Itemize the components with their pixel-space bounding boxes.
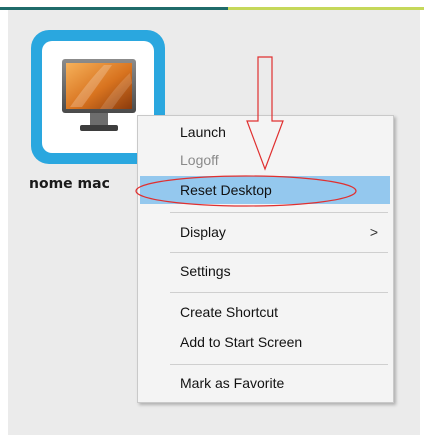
context-menu: Launch Logoff Reset Desktop Display > Se… — [137, 115, 394, 403]
menu-item-label: Create Shortcut — [180, 304, 279, 320]
chevron-right-icon: > — [369, 224, 378, 240]
menu-item-label: Mark as Favorite — [180, 375, 285, 391]
menu-item-settings[interactable]: Settings — [140, 257, 390, 285]
menu-item-create-shortcut[interactable]: Create Shortcut — [140, 298, 390, 326]
menu-item-label: Logoff — [180, 152, 219, 168]
menu-item-display[interactable]: Display > — [140, 218, 390, 246]
menu-separator — [170, 212, 388, 213]
menu-separator — [170, 364, 388, 365]
menu-item-label: Display — [180, 224, 226, 240]
menu-item-logoff: Logoff — [140, 146, 390, 174]
menu-item-label: Reset Desktop — [180, 182, 272, 198]
menu-item-label: Add to Start Screen — [180, 334, 303, 350]
desktop-icon-label: nome mac — [29, 176, 110, 192]
menu-separator — [170, 292, 388, 293]
monitor-icon — [62, 59, 136, 131]
top-accent-bar — [0, 7, 424, 10]
menu-item-label: Launch — [180, 124, 226, 140]
menu-item-launch[interactable]: Launch — [140, 118, 390, 146]
menu-separator — [170, 252, 388, 253]
menu-item-add-to-start-screen[interactable]: Add to Start Screen — [140, 328, 390, 356]
menu-item-mark-as-favorite[interactable]: Mark as Favorite — [140, 369, 390, 397]
menu-item-label: Settings — [180, 263, 231, 279]
menu-item-reset-desktop[interactable]: Reset Desktop — [140, 176, 390, 204]
